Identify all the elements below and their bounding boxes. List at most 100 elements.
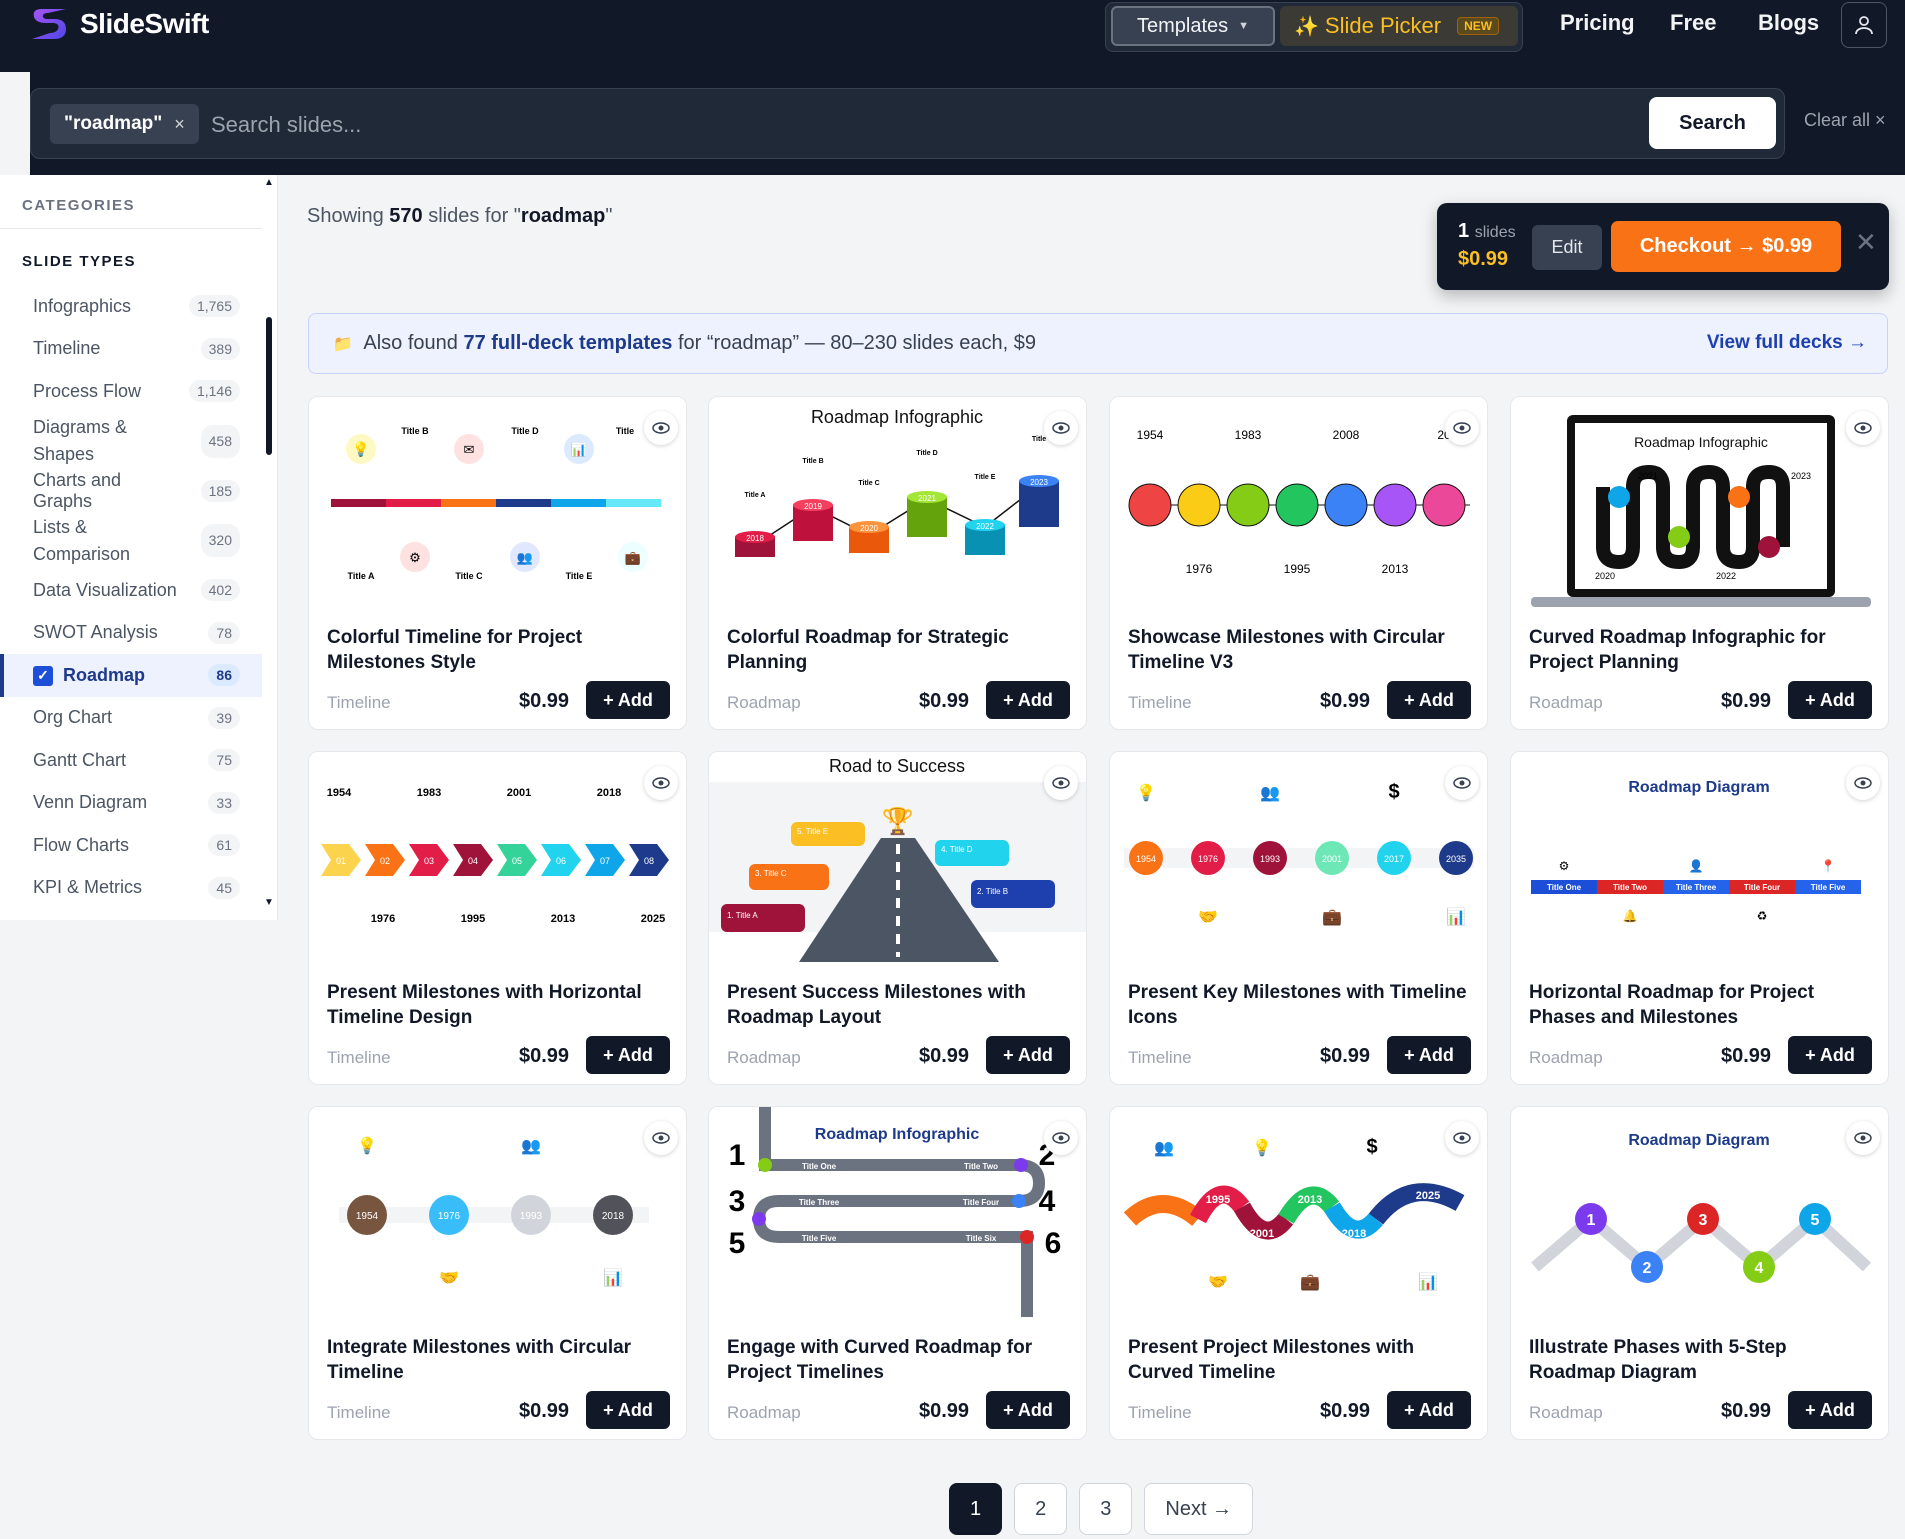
sidebar-item-process-flow[interactable]: Process Flow 1,146 (0, 370, 262, 413)
thumb-text: 2001 (507, 787, 531, 799)
add-button[interactable]: + Add (986, 1391, 1070, 1429)
checkbox-checked-icon[interactable]: ✓ (33, 665, 53, 686)
card-title[interactable]: Curved Roadmap Infographic for Project P… (1529, 625, 1874, 675)
preview-eye-icon[interactable] (1846, 411, 1880, 445)
add-button[interactable]: + Add (1387, 1036, 1471, 1074)
card-title[interactable]: Present Project Milestones with Curved T… (1128, 1335, 1473, 1385)
sidebar-item-diagrams-shapes[interactable]: Diagrams & Shapes 458 (0, 413, 262, 470)
close-icon[interactable]: ✕ (1855, 227, 1877, 258)
sidebar-item-infographics[interactable]: Infographics 1,765 (0, 285, 262, 328)
card-title[interactable]: Horizontal Roadmap for Project Phases an… (1529, 980, 1874, 1030)
slide-card[interactable]: Roadmap Diagram Title One Title Two Titl… (1510, 751, 1889, 1085)
add-button[interactable]: + Add (586, 681, 670, 719)
preview-eye-icon[interactable] (644, 766, 678, 800)
slide-card[interactable]: 1954 1976 1993 2018 💡 👥 🤝 📊 Integrate Mi… (308, 1106, 687, 1440)
card-title[interactable]: Integrate Milestones with Circular Timel… (327, 1335, 672, 1385)
cart-edit-button[interactable]: Edit (1532, 225, 1602, 270)
preview-eye-icon[interactable] (1044, 766, 1078, 800)
slide-thumbnail[interactable]: Road to Success 🏆 1. Title A 2. Title B … (709, 752, 1086, 972)
scroll-up-icon[interactable]: ▲ (264, 177, 274, 188)
sidebar-item-gantt-chart[interactable]: Gantt Chart 75 (0, 739, 262, 782)
card-title[interactable]: Showcase Milestones with Circular Timeli… (1128, 625, 1473, 675)
preview-eye-icon[interactable] (1846, 766, 1880, 800)
slide-card[interactable]: Road to Success 🏆 1. Title A 2. Title B … (708, 751, 1087, 1085)
clear-all-link[interactable]: Clear all × (1804, 110, 1886, 131)
slide-thumbnail[interactable]: Roadmap Infographic 2021 2023 2020 2022 (1511, 397, 1888, 617)
sidebar-scrollbar[interactable] (266, 317, 272, 455)
preview-eye-icon[interactable] (1445, 766, 1479, 800)
card-title[interactable]: Illustrate Phases with 5-Step Roadmap Di… (1529, 1335, 1874, 1385)
page-button-1[interactable]: 1 (949, 1483, 1003, 1535)
slide-thumbnail[interactable]: 01 02 03 04 05 06 07 08 1954 1983 2001 2… (309, 752, 686, 972)
slide-card[interactable]: Roadmap Diagram 1 2 3 4 5 Illustrate Pha… (1510, 1106, 1889, 1440)
slide-thumbnail[interactable]: 1954 1983 2008 20 1976 1995 2013 (1110, 397, 1487, 617)
add-button[interactable]: + Add (986, 1036, 1070, 1074)
sidebar-item-lists-comparison[interactable]: Lists & Comparison 320 (0, 512, 262, 569)
add-button[interactable]: + Add (1387, 681, 1471, 719)
preview-eye-icon[interactable] (1846, 1121, 1880, 1155)
slide-thumbnail[interactable]: 💡 ✉ 📊 ⚙ 👥 💼 Title B Title D Title Title … (309, 397, 686, 617)
view-full-decks-link[interactable]: View full decks → (1707, 332, 1867, 354)
brand-logo[interactable]: SlideSwift (28, 5, 209, 43)
add-button[interactable]: + Add (1788, 1036, 1872, 1074)
sidebar-item-kpi-metrics[interactable]: KPI & Metrics 45 (0, 867, 262, 910)
add-button[interactable]: + Add (586, 1036, 670, 1074)
slide-card[interactable]: 01 02 03 04 05 06 07 08 1954 1983 2001 2… (308, 751, 687, 1085)
slide-card[interactable]: 💡 ✉ 📊 ⚙ 👥 💼 Title B Title D Title Title … (308, 396, 687, 730)
remove-chip-icon[interactable]: × (174, 114, 185, 135)
search-input[interactable] (211, 105, 1511, 145)
page-button-2[interactable]: 2 (1014, 1483, 1068, 1535)
sidebar-item-charts-graphs[interactable]: Charts and Graphs 185 (0, 470, 262, 513)
sidebar-item-swot-analysis[interactable]: SWOT Analysis 78 (0, 612, 262, 655)
card-title[interactable]: Colorful Timeline for Project Milestones… (327, 625, 672, 675)
slide-thumbnail[interactable]: 1954 1976 1993 2018 💡 👥 🤝 📊 (309, 1107, 686, 1327)
preview-eye-icon[interactable] (1445, 1121, 1479, 1155)
add-button[interactable]: + Add (1788, 681, 1872, 719)
query-chip[interactable]: "roadmap" × (50, 104, 199, 144)
card-title[interactable]: Present Milestones with Horizontal Timel… (327, 980, 672, 1030)
sidebar-item-flow-charts[interactable]: Flow Charts 61 (0, 824, 262, 867)
card-title[interactable]: Engage with Curved Roadmap for Project T… (727, 1335, 1072, 1385)
add-button[interactable]: + Add (986, 681, 1070, 719)
slide-card[interactable]: Roadmap Infographic Title One Title Two … (708, 1106, 1087, 1440)
sidebar-item-timeline[interactable]: Timeline 389 (0, 328, 262, 371)
slide-card[interactable]: 1954 1976 1993 2001 2017 2035 💡 👥 $ 🤝 💼 … (1109, 751, 1488, 1085)
add-button[interactable]: + Add (1387, 1391, 1471, 1429)
user-account-button[interactable] (1841, 2, 1887, 48)
slide-picker-button[interactable]: ✨ Slide Picker NEW (1280, 6, 1518, 46)
slide-thumbnail[interactable]: 1983 1995 2001 2013 2018 2025 👥 💡 $ 🤝 💼 … (1110, 1107, 1487, 1327)
nav-link-pricing[interactable]: Pricing (1560, 10, 1635, 36)
nav-link-blogs[interactable]: Blogs (1758, 10, 1819, 36)
add-button[interactable]: + Add (1788, 1391, 1872, 1429)
templates-dropdown[interactable]: Templates ▼ (1111, 6, 1275, 46)
card-title[interactable]: Colorful Roadmap for Strategic Planning (727, 625, 1072, 675)
preview-eye-icon[interactable] (1044, 411, 1078, 445)
slide-thumbnail[interactable]: Roadmap Infographic 2018 2019 2020 2021 … (709, 397, 1086, 617)
add-button[interactable]: + Add (586, 1391, 670, 1429)
nav-link-free[interactable]: Free (1670, 10, 1716, 36)
slide-thumbnail[interactable]: 1954 1976 1993 2001 2017 2035 💡 👥 $ 🤝 💼 … (1110, 752, 1487, 972)
search-button[interactable]: Search (1649, 97, 1776, 149)
page-button-3[interactable]: 3 (1079, 1483, 1133, 1535)
next-page-button[interactable]: Next → (1144, 1483, 1254, 1535)
slide-card[interactable]: Roadmap Infographic 2018 2019 2020 2021 … (708, 396, 1087, 730)
scroll-down-icon[interactable]: ▼ (264, 897, 274, 908)
sidebar-item-org-chart[interactable]: Org Chart 39 (0, 697, 262, 740)
sidebar-item-roadmap[interactable]: ✓ Roadmap 86 (0, 654, 262, 697)
preview-eye-icon[interactable] (1445, 411, 1479, 445)
card-title[interactable]: Present Success Milestones with Roadmap … (727, 980, 1072, 1030)
slide-thumbnail[interactable]: Roadmap Diagram 1 2 3 4 5 (1511, 1107, 1888, 1327)
sidebar-item-venn-diagram[interactable]: Venn Diagram 33 (0, 782, 262, 825)
preview-eye-icon[interactable] (644, 411, 678, 445)
slide-card[interactable]: Roadmap Infographic 2021 2023 2020 2022 … (1510, 396, 1889, 730)
preview-eye-icon[interactable] (644, 1121, 678, 1155)
slide-thumbnail[interactable]: Roadmap Infographic Title One Title Two … (709, 1107, 1086, 1327)
card-price: $0.99 (519, 1045, 570, 1067)
slide-card[interactable]: 1983 1995 2001 2013 2018 2025 👥 💡 $ 🤝 💼 … (1109, 1106, 1488, 1440)
sidebar-item-data-visualization[interactable]: Data Visualization 402 (0, 569, 262, 612)
checkout-button[interactable]: Checkout → $0.99 (1611, 221, 1841, 272)
preview-eye-icon[interactable] (1044, 1121, 1078, 1155)
slide-thumbnail[interactable]: Roadmap Diagram Title One Title Two Titl… (1511, 752, 1888, 972)
slide-card[interactable]: 1954 1983 2008 20 1976 1995 2013 Showcas… (1109, 396, 1488, 730)
card-title[interactable]: Present Key Milestones with Timeline Ico… (1128, 980, 1473, 1030)
